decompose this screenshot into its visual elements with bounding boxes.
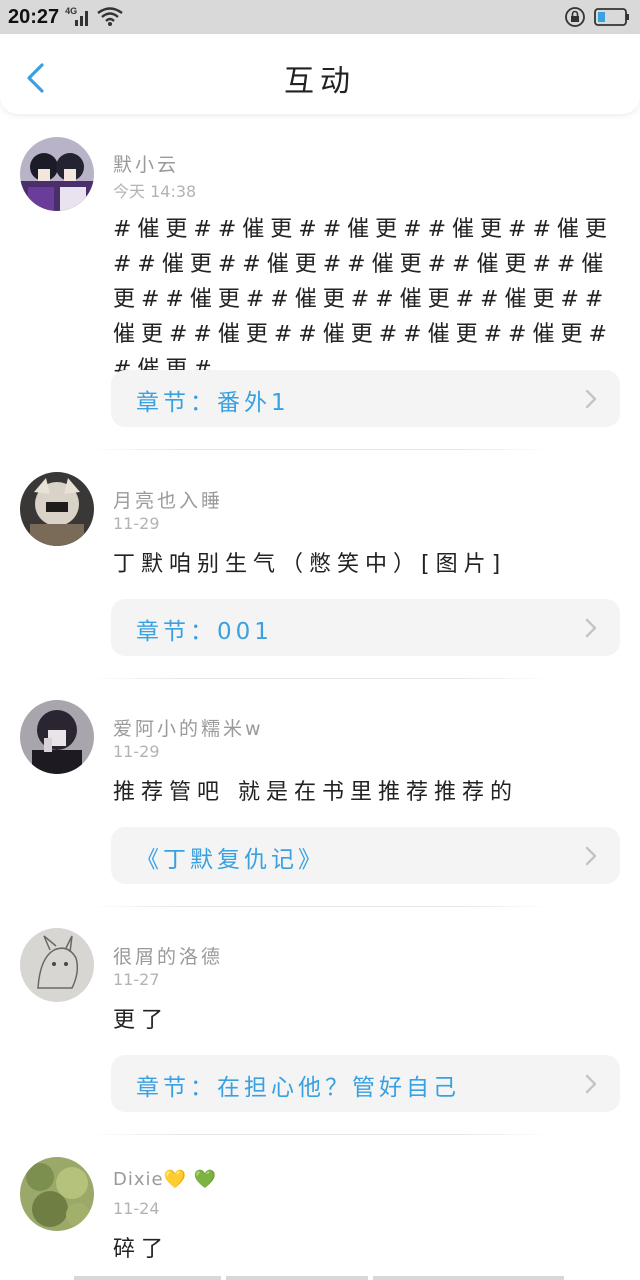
status-left: 20:27 4G <box>8 6 123 29</box>
avatar[interactable] <box>20 700 94 774</box>
avatar[interactable] <box>20 137 94 211</box>
comment-date: 11-29 <box>113 742 160 761</box>
user-name[interactable]: 默小云 <box>113 150 179 177</box>
comment-content: 丁默咱别生气（憋笑中）[图片] <box>113 552 507 577</box>
comment-date: 11-29 <box>113 514 160 533</box>
chevron-right-icon <box>585 389 597 409</box>
avatar[interactable] <box>20 928 94 1002</box>
status-bar: 20:27 4G <box>0 0 640 34</box>
user-name[interactable]: 很屑的洛德 <box>113 942 223 969</box>
status-time: 20:27 <box>8 5 60 28</box>
chapter-link-label: 章节：在担心他？管好自己 <box>136 1075 460 1101</box>
comment-content: 碎了 <box>113 1237 170 1262</box>
avatar[interactable] <box>20 472 94 546</box>
chevron-right-icon <box>585 1074 597 1094</box>
lock-rotation-icon <box>564 6 586 28</box>
comment-content: #催更##催更##催更##催更##催更##催更##催更##催更##催更##催更#… <box>113 217 613 382</box>
divider <box>90 449 550 450</box>
battery-icon <box>594 7 630 27</box>
header: 互动 <box>0 34 640 114</box>
chapter-link-label: 章节：001 <box>136 619 273 645</box>
user-name[interactable]: 爱阿小的糯米w <box>113 714 264 741</box>
bottom-edge <box>74 1276 564 1280</box>
comment-date: 今天 14:38 <box>113 182 197 201</box>
chapter-link-card[interactable]: 章节：在担心他？管好自己 <box>111 1055 620 1112</box>
status-right <box>564 6 630 28</box>
user-name[interactable]: 月亮也入睡 <box>113 486 223 513</box>
page-title: 互动 <box>284 64 356 99</box>
signal-icon: 4G <box>65 6 91 26</box>
book-link-label: 《丁默复仇记》 <box>136 847 325 873</box>
wifi-icon <box>97 7 123 27</box>
book-link-card[interactable]: 《丁默复仇记》 <box>111 827 620 884</box>
user-name[interactable]: Dixie💛 💚 <box>113 1169 217 1190</box>
chapter-link-card[interactable]: 章节：番外1 <box>111 370 620 427</box>
comment-content: 更了 <box>113 1008 170 1033</box>
chapter-link-card[interactable]: 章节：001 <box>111 599 620 656</box>
divider <box>90 1134 550 1135</box>
divider <box>90 678 550 679</box>
comment-date: 11-27 <box>113 970 160 989</box>
chevron-right-icon <box>585 846 597 866</box>
comment-content: 推荐管吧 就是在书里推荐推荐的 <box>113 780 518 805</box>
comment-date: 11-24 <box>113 1199 160 1218</box>
divider <box>90 906 550 907</box>
chapter-link-label: 章节：番外1 <box>136 390 290 416</box>
avatar[interactable] <box>20 1157 94 1231</box>
chevron-right-icon <box>585 618 597 638</box>
